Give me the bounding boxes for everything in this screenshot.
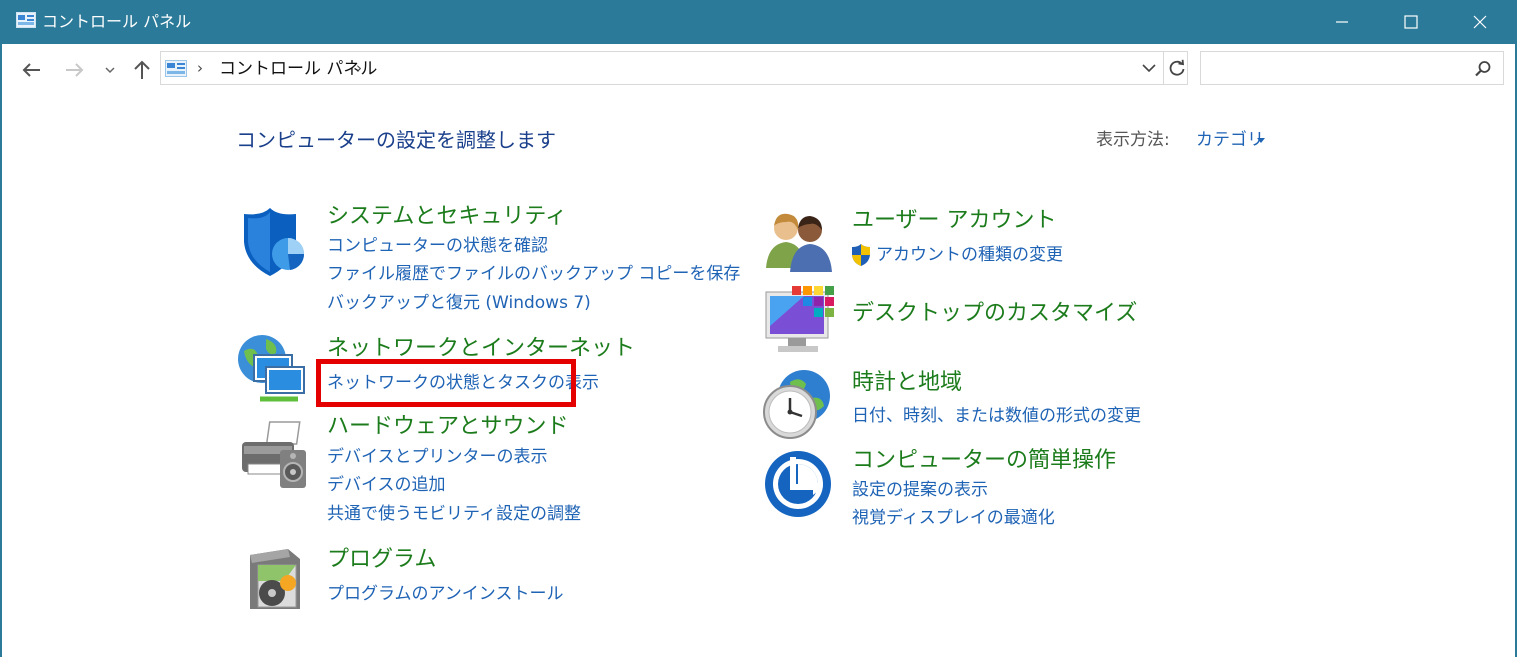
- program-disc-icon[interactable]: [244, 547, 304, 613]
- link-date-time-format[interactable]: 日付、時刻、または数値の形式の変更: [852, 404, 1141, 428]
- arrow-left-icon: [22, 63, 40, 77]
- search-icon: [1475, 61, 1491, 77]
- arrow-up-icon: [134, 60, 150, 79]
- category-desktop-customize[interactable]: デスクトップのカスタマイズ: [852, 299, 1137, 329]
- link-devices-printers[interactable]: デバイスとプリンターの表示: [327, 445, 548, 469]
- page-title: コンピューターの設定を調整します: [236, 128, 556, 152]
- link-change-account-type[interactable]: アカウントの種類の変更: [876, 243, 1063, 267]
- uac-shield-icon: [852, 244, 870, 266]
- printer-icon[interactable]: [236, 420, 308, 490]
- category-user-accounts[interactable]: ユーザー アカウント: [852, 206, 1057, 236]
- refresh-icon: [1169, 59, 1185, 76]
- link-suggested-settings[interactable]: 設定の提案の表示: [852, 478, 988, 502]
- category-ease-of-access[interactable]: コンピューターの簡単操作: [852, 446, 1116, 476]
- view-by-dropdown[interactable]: カテゴリ: [1196, 128, 1264, 152]
- address-divider: [1163, 52, 1164, 84]
- recent-locations-button[interactable]: [100, 56, 120, 84]
- desktop-monitor-icon[interactable]: [764, 286, 836, 356]
- search-box[interactable]: [1200, 51, 1504, 85]
- window-title: コントロール パネル: [42, 12, 192, 31]
- search-input[interactable]: [1207, 57, 1471, 81]
- link-add-device[interactable]: デバイスの追加: [327, 473, 446, 497]
- view-by-label: 表示方法:: [1096, 130, 1170, 150]
- chevron-down-icon: [1142, 64, 1156, 73]
- maximize-icon: [1404, 15, 1418, 29]
- chevron-down-icon: [105, 67, 115, 74]
- breadcrumb-separator[interactable]: ›: [197, 58, 203, 78]
- refresh-button[interactable]: [1166, 56, 1188, 80]
- arrow-right-icon: [66, 63, 84, 77]
- close-icon: [1473, 15, 1487, 29]
- control-panel-icon: [165, 60, 187, 77]
- link-mobility-settings[interactable]: 共通で使うモビリティ設定の調整: [327, 502, 581, 526]
- link-optimize-visual-display[interactable]: 視覚ディスプレイの最適化: [852, 506, 1055, 530]
- address-dropdown-button[interactable]: [1139, 58, 1159, 78]
- link-check-computer-status[interactable]: コンピューターの状態を確認: [327, 234, 548, 258]
- minimize-button[interactable]: [1307, 0, 1377, 44]
- breadcrumb-separator[interactable]: ›: [356, 58, 362, 78]
- link-file-history-backup[interactable]: ファイル履歴でファイルのバックアップ コピーを保存: [327, 262, 740, 286]
- caret-down-icon[interactable]: [1257, 138, 1265, 143]
- back-button[interactable]: [16, 56, 46, 84]
- title-bar: コントロール パネル: [0, 0, 1517, 44]
- network-globe-icon[interactable]: [236, 333, 310, 405]
- control-panel-icon: [16, 12, 36, 28]
- address-bar[interactable]: › コントロール パネル ›: [160, 51, 1188, 85]
- shield-icon[interactable]: [238, 206, 310, 278]
- link-backup-restore-win7[interactable]: バックアップと復元 (Windows 7): [327, 291, 591, 315]
- window-border-left: [0, 44, 2, 657]
- highlight-box: [316, 359, 576, 407]
- forward-button[interactable]: [60, 56, 90, 84]
- minimize-icon: [1336, 21, 1348, 23]
- maximize-button[interactable]: [1376, 0, 1446, 44]
- category-hardware-sound[interactable]: ハードウェアとサウンド: [327, 412, 569, 442]
- up-button[interactable]: [128, 56, 156, 84]
- clock-globe-icon[interactable]: [760, 368, 832, 440]
- close-button[interactable]: [1445, 0, 1515, 44]
- category-programs[interactable]: プログラム: [327, 545, 436, 575]
- category-clock-region[interactable]: 時計と地域: [852, 368, 962, 398]
- ease-of-access-icon[interactable]: [763, 449, 833, 519]
- link-uninstall-program[interactable]: プログラムのアンインストール: [327, 582, 563, 606]
- category-system-security[interactable]: システムとセキュリティ: [327, 202, 567, 232]
- users-icon[interactable]: [764, 210, 834, 272]
- breadcrumb-control-panel[interactable]: コントロール パネル: [219, 58, 377, 80]
